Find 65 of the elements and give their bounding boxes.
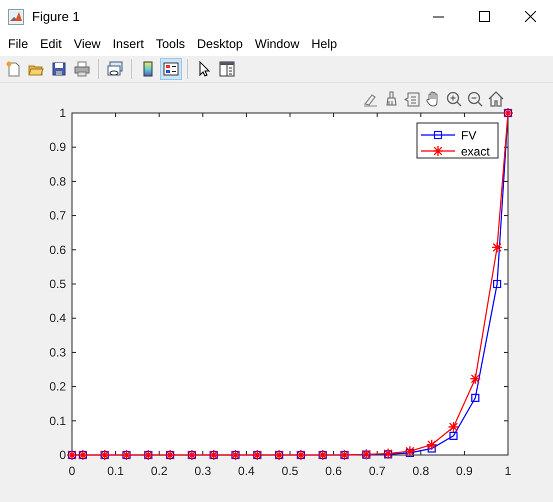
home-icon — [488, 90, 504, 106]
menu-item[interactable]: Insert — [106, 33, 150, 56]
menu-item[interactable]: File — [2, 33, 34, 56]
point — [404, 446, 416, 457]
zoom-in-button[interactable] — [444, 89, 463, 108]
y-tick-label: 0.8 — [49, 174, 66, 188]
menu-item[interactable]: Window — [248, 33, 306, 56]
point — [471, 394, 480, 402]
y-tick-label: 0.2 — [49, 380, 66, 394]
y-tick-label: 0.3 — [49, 345, 66, 360]
x-tick-label: 0.7 — [368, 464, 386, 478]
legend-symbol — [421, 145, 455, 157]
zoom-out-button[interactable] — [465, 89, 484, 108]
x-tick-label: 1 — [504, 464, 512, 478]
new-file-icon — [5, 61, 21, 77]
y-tick-label: 0.9 — [49, 140, 66, 154]
point — [428, 444, 436, 453]
menu-item[interactable]: Edit — [34, 33, 68, 56]
legend-symbol — [421, 130, 455, 140]
legend-label: FV — [461, 128, 476, 142]
x-tick-label: 0.3 — [194, 464, 212, 478]
x-tick-label: 0.8 — [412, 464, 430, 478]
close-icon — [524, 11, 536, 22]
menu-item[interactable]: Help — [305, 33, 344, 56]
app-icon — [8, 8, 24, 24]
point — [384, 450, 392, 458]
property-editor-icon — [219, 61, 235, 77]
datatip-icon — [404, 90, 420, 106]
x-tick-label: 0.4 — [238, 464, 255, 478]
zoom-in-icon — [446, 90, 462, 106]
y-tick-label: 0.4 — [49, 311, 66, 326]
point — [491, 242, 503, 254]
menu-item[interactable]: View — [68, 33, 107, 56]
x-tick-label: 0.1 — [107, 464, 124, 478]
point — [448, 421, 460, 433]
printer-icon — [74, 61, 90, 77]
y-tick-label: 0.5 — [49, 277, 66, 291]
zoom-out-icon — [466, 90, 482, 106]
legend-button[interactable] — [160, 58, 182, 80]
x-tick-label: 0.2 — [150, 464, 168, 478]
x-tick-label: 0 — [68, 464, 76, 478]
x-tick-label: 0.5 — [282, 464, 298, 478]
point — [406, 448, 414, 458]
y-tick-label: 0.7 — [49, 208, 66, 223]
point — [493, 280, 502, 288]
point — [426, 439, 438, 450]
y-tick-label: 1 — [59, 106, 66, 120]
x-tick-label: 0.9 — [456, 464, 473, 478]
menu-item[interactable]: Tools — [150, 33, 192, 56]
point — [449, 432, 458, 440]
window-title: Figure 1 — [32, 8, 80, 26]
hand-icon — [424, 90, 440, 106]
legend-icon — [163, 61, 179, 77]
point — [470, 373, 481, 384]
y-tick-label: 0.6 — [49, 242, 66, 257]
menu-item[interactable]: Desktop — [191, 33, 249, 56]
y-tick-label: 0 — [59, 448, 66, 462]
maximize-icon — [478, 11, 490, 22]
legend-label: exact — [461, 144, 490, 158]
x-tick-label: 0.6 — [325, 464, 342, 478]
linked-windows-icon — [107, 61, 123, 77]
point — [382, 448, 394, 460]
y-tick-label: 0.1 — [49, 414, 66, 428]
save-icon — [51, 61, 67, 77]
home-button[interactable] — [486, 89, 505, 108]
